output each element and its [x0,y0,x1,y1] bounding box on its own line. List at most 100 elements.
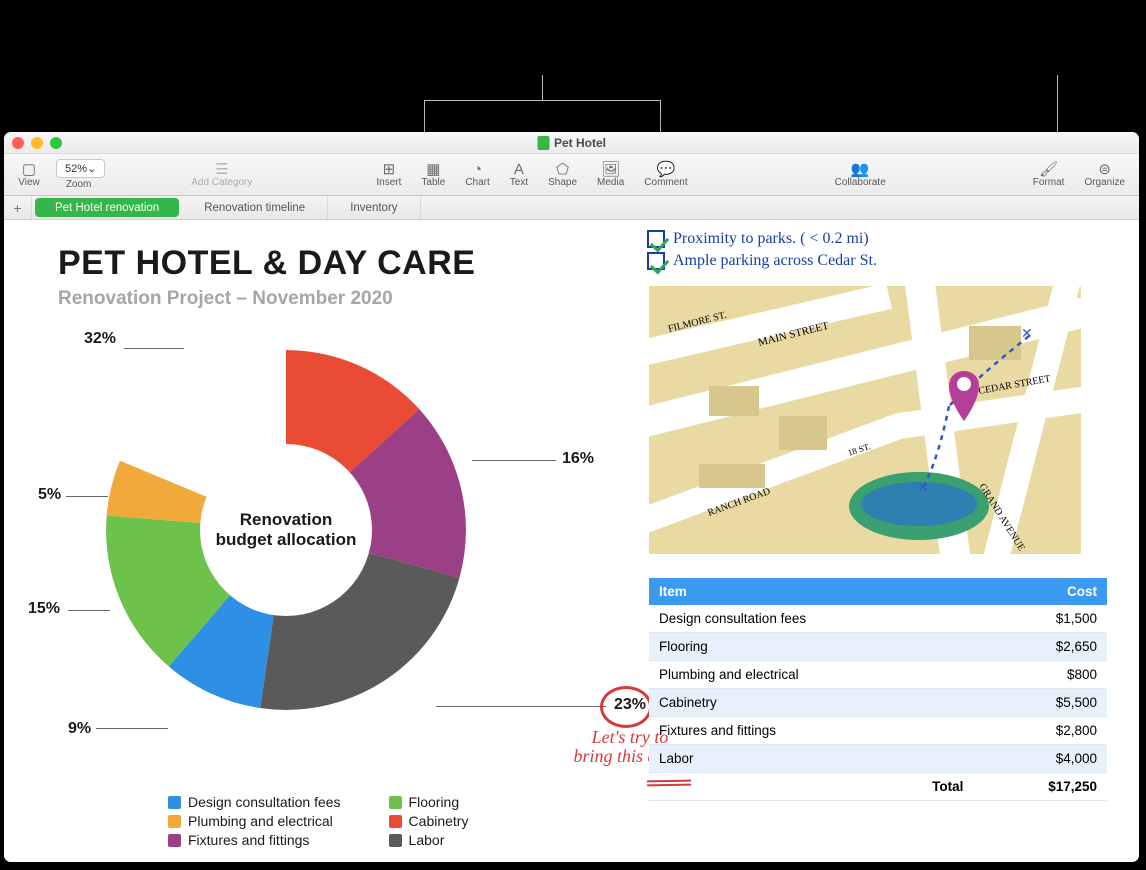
col-header-cost: Cost [973,578,1107,605]
pct-label-16: 16% [562,450,594,468]
checklist-text: Ample parking across Cedar St. [673,252,877,270]
shape-icon: ⬠ [554,161,572,177]
maximize-window-button[interactable] [50,137,62,149]
table-row[interactable]: Plumbing and electrical$800 [649,661,1107,689]
collaborate-label: Collaborate [835,177,886,188]
sheet-tab-inventory[interactable]: Inventory [328,196,420,219]
leader-line [96,728,168,729]
swatch-icon [168,815,181,828]
text-label: Text [510,177,528,188]
table-row[interactable]: Design consultation fees$1,500 [649,605,1107,633]
zoom-label: Zoom [66,179,92,190]
cell-cost: $800 [973,661,1107,689]
svg-text:✕: ✕ [917,479,929,495]
page-title[interactable]: PET HOTEL & DAY CARE [58,244,475,283]
zoom-control[interactable]: 52%⌄ Zoom [52,159,105,190]
pct-label-9: 9% [68,720,91,738]
cell-item: Design consultation fees [649,605,973,633]
map-image[interactable]: ✕ ✕ FILMORE ST. MAIN STREET CEDAR STREET… [649,286,1081,554]
toolbar: ▢ View 52%⌄ Zoom ☰ Add Category ⊞ Insert… [4,154,1139,196]
text-icon: A [510,161,528,177]
view-button[interactable]: ▢ View [10,161,48,188]
add-category-label: Add Category [191,177,252,188]
swatch-icon [389,815,402,828]
checklist[interactable]: Proximity to parks. ( < 0.2 mi) Ample pa… [647,230,1067,274]
pct-label-32: 32% [84,330,116,348]
organize-icon: ⊜ [1096,161,1114,177]
spreadsheet-canvas[interactable]: PET HOTEL & DAY CARE Renovation Project … [4,220,1139,862]
media-button[interactable]: 🖼 Media [589,161,632,188]
document-icon [537,136,549,150]
view-label: View [18,177,40,188]
legend-item: Plumbing and electrical [168,813,341,829]
minimize-window-button[interactable] [31,137,43,149]
cell-item: Fixtures and fittings [649,717,973,745]
window-controls [12,137,62,149]
legend-item: Labor [389,832,469,848]
cell-cost: $2,800 [973,717,1107,745]
add-sheet-button[interactable]: + [4,196,32,219]
cell-item: Flooring [649,633,973,661]
insert-button[interactable]: ⊞ Insert [368,161,409,188]
shape-button[interactable]: ⬠ Shape [540,161,585,188]
text-button[interactable]: A Text [502,161,536,188]
table-total-row[interactable]: Total$17,250 [649,773,1107,801]
chart-button[interactable]: ◔ Chart [457,161,497,188]
close-window-button[interactable] [12,137,24,149]
labor-underline-annotation [647,780,691,788]
window-title: Pet Hotel [537,136,606,150]
list-icon: ☰ [213,161,231,177]
app-window: Pet Hotel ▢ View 52%⌄ Zoom ☰ Add Categor… [4,132,1139,862]
swatch-icon [168,834,181,847]
format-button[interactable]: 🖌 Format [1025,161,1073,188]
donut-chart[interactable]: Renovation budget allocation [106,350,466,710]
legend-label: Flooring [409,794,460,810]
page-subtitle[interactable]: Renovation Project – November 2020 [58,288,393,310]
comment-button[interactable]: 💬 Comment [636,161,695,188]
legend-item: Flooring [389,794,469,810]
add-category-button[interactable]: ☰ Add Category [183,161,260,188]
red-circle-annotation[interactable] [600,686,652,728]
collaborate-icon: 👥 [851,161,869,177]
legend-label: Plumbing and electrical [188,813,333,829]
table-row[interactable]: Fixtures and fittings$2,800 [649,717,1107,745]
cell-total-label: Total [649,773,973,801]
leader-line [472,460,556,461]
callout-line [424,100,425,132]
table-button[interactable]: ▦ Table [413,161,453,188]
table-header-row: Item Cost [649,578,1107,605]
cell-item: Labor [649,745,973,773]
leader-line [68,610,110,611]
cell-cost: $5,500 [973,689,1107,717]
checkbox-icon [647,230,665,248]
swatch-icon [389,796,402,809]
plus-square-icon: ⊞ [380,161,398,177]
table-row[interactable]: Labor$4,000 [649,745,1107,773]
table-row[interactable]: Cabinetry$5,500 [649,689,1107,717]
sidebar-icon: ▢ [18,161,40,177]
zoom-value[interactable]: 52%⌄ [56,159,105,178]
col-header-item: Item [649,578,973,605]
pct-label-5: 5% [38,486,61,504]
chart-label: Chart [465,177,489,188]
legend-label: Fixtures and fittings [188,832,309,848]
sheet-tab-pet-hotel-renovation[interactable]: Pet Hotel renovation [35,198,179,217]
organize-button[interactable]: ⊜ Organize [1076,161,1133,188]
callout-line [542,75,543,100]
collaborate-button[interactable]: 👥 Collaborate [827,161,894,188]
legend-label: Cabinetry [409,813,469,829]
donut-center-label: Renovation budget allocation [200,444,372,616]
checklist-item: Proximity to parks. ( < 0.2 mi) [647,230,1067,248]
swatch-icon [389,834,402,847]
comment-icon: 💬 [657,161,675,177]
sheet-tab-renovation-timeline[interactable]: Renovation timeline [182,196,328,219]
leader-line [436,706,606,707]
chart-icon: ◔ [469,161,487,177]
callout-line [1057,75,1058,132]
table-row[interactable]: Flooring$2,650 [649,633,1107,661]
titlebar: Pet Hotel [4,132,1139,154]
insert-label: Insert [376,177,401,188]
legend-item: Fixtures and fittings [168,832,341,848]
table-label: Table [421,177,445,188]
cost-table[interactable]: Item Cost Design consultation fees$1,500… [649,578,1107,801]
